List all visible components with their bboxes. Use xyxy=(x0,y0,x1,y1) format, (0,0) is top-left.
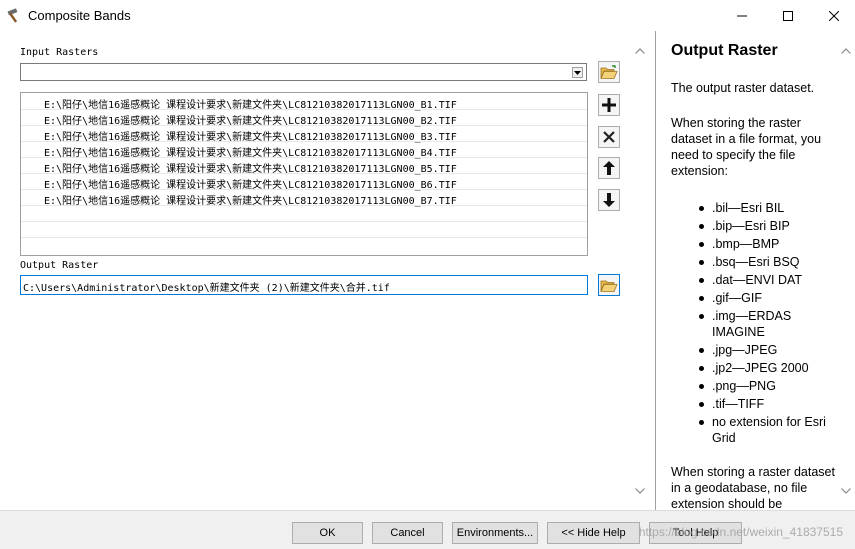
list-item: .jpg—JPEG xyxy=(671,342,841,358)
chevron-down-icon xyxy=(574,70,581,75)
list-item-empty[interactable] xyxy=(21,206,587,222)
window-title: Composite Bands xyxy=(28,8,131,23)
output-raster-label: Output Raster xyxy=(20,260,99,271)
output-raster-value: C:\Users\Administrator\Desktop\新建文件夹 (2)… xyxy=(23,283,390,294)
plus-icon xyxy=(602,98,616,112)
help-pane: Output Raster The output raster dataset.… xyxy=(655,31,855,510)
dialog-footer: OK Cancel Environments... << Hide Help T… xyxy=(0,510,855,549)
maximize-button[interactable] xyxy=(765,0,811,31)
input-rasters-combo[interactable] xyxy=(20,63,587,81)
list-item-empty[interactable] xyxy=(21,222,587,238)
input-rasters-label: Input Rasters xyxy=(20,47,99,58)
extension-list: .bil—Esri BIL .bip—Esri BIP .bmp—BMP .bs… xyxy=(671,200,841,448)
close-icon xyxy=(603,131,615,143)
list-item: .png—PNG xyxy=(671,378,841,394)
arrow-up-icon xyxy=(603,161,615,175)
move-down-button[interactable] xyxy=(598,189,620,211)
list-item: .bip—Esri BIP xyxy=(671,218,841,234)
list-item: no extension for Esri Grid xyxy=(671,414,841,446)
browse-output-button[interactable] xyxy=(598,274,620,296)
title-bar: Composite Bands xyxy=(0,0,855,31)
chevron-up-icon[interactable] xyxy=(841,48,851,54)
maximize-icon xyxy=(783,10,793,21)
input-rasters-list[interactable]: E:\阳仔\地信16遥感概论 课程设计要求\新建文件夹\LC8121038201… xyxy=(20,92,588,256)
list-item-empty[interactable] xyxy=(21,238,587,254)
environments-button[interactable]: Environments... xyxy=(452,522,538,544)
minimize-icon xyxy=(737,15,747,16)
list-item[interactable]: E:\阳仔\地信16遥感概论 课程设计要求\新建文件夹\LC8121038201… xyxy=(21,158,587,175)
folder-open-icon xyxy=(600,64,618,79)
cancel-button[interactable]: Cancel xyxy=(372,522,443,544)
list-item: .bsq—Esri BSQ xyxy=(671,254,841,270)
parameters-scrollbar[interactable] xyxy=(632,40,649,502)
arrow-down-icon xyxy=(603,193,615,207)
close-button[interactable] xyxy=(811,0,855,31)
list-item: .bil—Esri BIL xyxy=(671,200,841,216)
list-item[interactable]: E:\阳仔\地信16遥感概论 课程设计要求\新建文件夹\LC8121038201… xyxy=(21,126,587,143)
folder-open-icon xyxy=(600,280,618,292)
help-paragraph: When storing a raster dataset in a geoda… xyxy=(671,465,835,510)
watermark: https://blog.csdn.net/weixin_41837515 xyxy=(638,525,843,539)
help-scrollbar[interactable] xyxy=(838,40,855,502)
list-item[interactable]: E:\阳仔\地信16遥感概论 课程设计要求\新建文件夹\LC8121038201… xyxy=(21,174,587,191)
list-item: .dat—ENVI DAT xyxy=(671,272,841,288)
list-item[interactable]: E:\阳仔\地信16遥感概论 课程设计要求\新建文件夹\LC8121038201… xyxy=(21,110,587,127)
remove-row-button[interactable] xyxy=(598,126,620,148)
list-item: .jp2—JPEG 2000 xyxy=(671,360,841,376)
minimize-button[interactable] xyxy=(719,0,765,31)
add-row-button[interactable] xyxy=(598,94,620,116)
close-icon xyxy=(829,10,839,21)
browse-input-button[interactable] xyxy=(598,61,620,83)
help-paragraph: When storing the raster dataset in a fil… xyxy=(671,116,822,178)
help-paragraph: The output raster dataset. xyxy=(671,81,815,95)
list-item[interactable]: E:\阳仔\地信16遥感概论 课程设计要求\新建文件夹\LC8121038201… xyxy=(21,142,587,159)
hide-help-button[interactable]: << Hide Help xyxy=(547,522,640,544)
combo-dropdown-button[interactable] xyxy=(572,67,583,78)
list-item[interactable]: E:\阳仔\地信16遥感概论 课程设计要求\新建文件夹\LC8121038201… xyxy=(21,190,587,207)
list-item: .gif—GIF xyxy=(671,290,841,306)
output-raster-input[interactable]: C:\Users\Administrator\Desktop\新建文件夹 (2)… xyxy=(20,275,588,295)
ok-button[interactable]: OK xyxy=(292,522,363,544)
move-up-button[interactable] xyxy=(598,157,620,179)
chevron-down-icon[interactable] xyxy=(635,488,645,494)
chevron-down-icon[interactable] xyxy=(841,488,851,494)
chevron-up-icon[interactable] xyxy=(635,48,645,54)
list-item: .bmp—BMP xyxy=(671,236,841,252)
list-item: .tif—TIFF xyxy=(671,396,841,412)
list-item: .img—ERDAS IMAGINE xyxy=(671,308,841,340)
help-title: Output Raster xyxy=(671,42,778,59)
hammer-icon xyxy=(7,8,18,23)
list-item[interactable]: E:\阳仔\地信16遥感概论 课程设计要求\新建文件夹\LC8121038201… xyxy=(21,94,587,111)
